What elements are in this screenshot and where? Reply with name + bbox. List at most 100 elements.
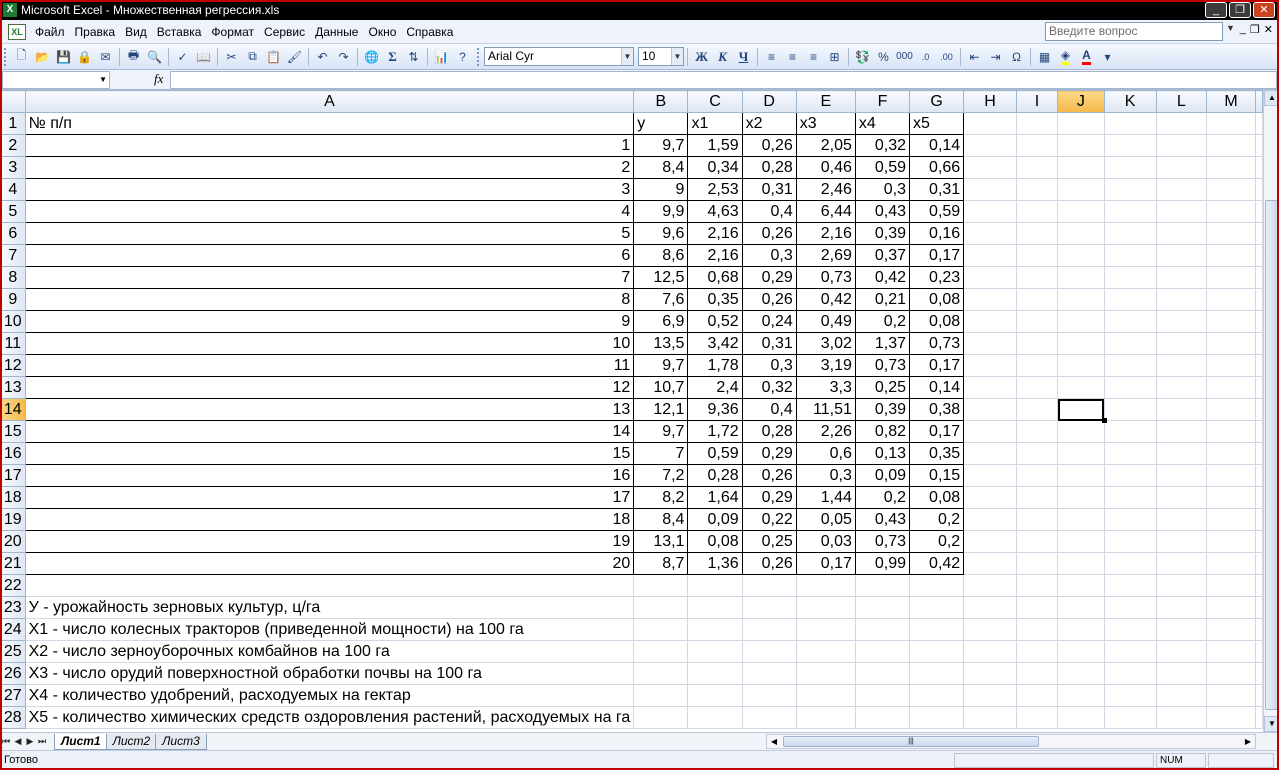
- note-cell[interactable]: Х3 - число орудий поверхностной обработк…: [24, 662, 635, 685]
- print-preview-icon[interactable]: 🔍: [145, 47, 164, 66]
- cell[interactable]: [1057, 112, 1105, 135]
- cell[interactable]: 1,36: [687, 552, 743, 575]
- scroll-down-icon[interactable]: ▼: [1264, 716, 1279, 732]
- cell[interactable]: [963, 442, 1017, 465]
- cell[interactable]: 0,49: [795, 310, 856, 333]
- cell[interactable]: 0,17: [795, 552, 856, 575]
- cell[interactable]: 0,39: [854, 398, 911, 421]
- cell[interactable]: [963, 596, 1017, 619]
- cell[interactable]: 2,05: [795, 134, 856, 157]
- row-header[interactable]: 18: [0, 486, 26, 509]
- cell[interactable]: [1015, 552, 1059, 575]
- cell[interactable]: 8,7: [633, 552, 689, 575]
- cell[interactable]: [1155, 662, 1208, 685]
- cell[interactable]: 0,25: [854, 376, 911, 399]
- horizontal-scrollbar[interactable]: ◀ ||| ▶: [766, 734, 1256, 749]
- cell[interactable]: [1103, 618, 1157, 641]
- cell[interactable]: [963, 574, 1017, 597]
- cell[interactable]: [963, 354, 1017, 377]
- new-document-icon[interactable]: 🗋: [12, 47, 31, 66]
- cell[interactable]: [741, 618, 797, 641]
- cell[interactable]: 0,39: [854, 222, 911, 245]
- cell[interactable]: [854, 618, 911, 641]
- cell[interactable]: [1103, 684, 1157, 707]
- cell[interactable]: [963, 376, 1017, 399]
- cell[interactable]: 2,53: [687, 178, 743, 201]
- cell[interactable]: [687, 684, 743, 707]
- cell[interactable]: [1103, 508, 1157, 531]
- row-header[interactable]: 15: [0, 420, 26, 443]
- row-header[interactable]: 26: [0, 662, 26, 685]
- bold-button[interactable]: Ж: [692, 47, 711, 66]
- row-header[interactable]: 17: [0, 464, 26, 487]
- cell[interactable]: [1255, 442, 1263, 465]
- cell[interactable]: [963, 112, 1017, 135]
- cell[interactable]: 0,2: [909, 508, 965, 531]
- note-cell[interactable]: Х5 - количество химических средств оздор…: [24, 706, 635, 729]
- cell[interactable]: [1015, 486, 1059, 509]
- cell[interactable]: 0,52: [687, 310, 743, 333]
- cell[interactable]: 0,4: [741, 200, 797, 223]
- cell[interactable]: 14: [24, 420, 635, 443]
- cell[interactable]: [1103, 244, 1157, 267]
- cell[interactable]: 0,14: [909, 134, 965, 157]
- cell[interactable]: 17: [24, 486, 635, 509]
- cell[interactable]: 19: [24, 530, 635, 553]
- cell[interactable]: [1155, 376, 1208, 399]
- cell[interactable]: [1015, 464, 1059, 487]
- scroll-left-icon[interactable]: ◀: [767, 735, 781, 748]
- row-header[interactable]: 19: [0, 508, 26, 531]
- cell[interactable]: 11: [24, 354, 635, 377]
- cell[interactable]: 20: [24, 552, 635, 575]
- cell[interactable]: [1255, 288, 1263, 311]
- cell[interactable]: [1015, 244, 1059, 267]
- cell[interactable]: [909, 684, 965, 707]
- cell[interactable]: 1,78: [687, 354, 743, 377]
- cell[interactable]: 0,14: [909, 376, 965, 399]
- cell[interactable]: [1206, 244, 1256, 267]
- cell[interactable]: 0,23: [909, 266, 965, 289]
- cell[interactable]: [1255, 640, 1263, 663]
- chevron-down-icon[interactable]: ▼: [621, 48, 633, 65]
- email-icon[interactable]: ✉: [96, 47, 115, 66]
- cell[interactable]: 0,6: [795, 442, 856, 465]
- scroll-right-icon[interactable]: ▶: [1241, 735, 1255, 748]
- cell[interactable]: [1103, 288, 1157, 311]
- cell[interactable]: 0,31: [741, 178, 797, 201]
- cell[interactable]: 0,28: [741, 156, 797, 179]
- cell[interactable]: [854, 574, 911, 597]
- select-all-corner[interactable]: [0, 90, 26, 113]
- cell[interactable]: 0,46: [795, 156, 856, 179]
- cell[interactable]: x1: [687, 112, 743, 135]
- cell[interactable]: 11,51: [795, 398, 856, 421]
- cell[interactable]: [1255, 662, 1263, 685]
- align-left-icon[interactable]: ≡: [762, 47, 781, 66]
- open-folder-icon[interactable]: 📂: [33, 47, 52, 66]
- cell[interactable]: [1103, 200, 1157, 223]
- cell[interactable]: [1015, 398, 1059, 421]
- cell[interactable]: 9: [633, 178, 689, 201]
- cell[interactable]: [1103, 530, 1157, 553]
- cell[interactable]: 15: [24, 442, 635, 465]
- note-cell[interactable]: Х4 - количество удобрений, расходуемых н…: [24, 684, 635, 707]
- cell[interactable]: 12,1: [633, 398, 689, 421]
- align-right-icon[interactable]: ≡: [804, 47, 823, 66]
- cell[interactable]: 2,46: [795, 178, 856, 201]
- cell[interactable]: [1155, 420, 1208, 443]
- row-header[interactable]: 27: [0, 684, 26, 707]
- cell[interactable]: 0,73: [795, 266, 856, 289]
- cell[interactable]: [1255, 552, 1263, 575]
- row-header[interactable]: 2: [0, 134, 26, 157]
- cell[interactable]: 13,5: [633, 332, 689, 355]
- cell[interactable]: 1,59: [687, 134, 743, 157]
- cell[interactable]: [1103, 552, 1157, 575]
- cell[interactable]: 3,02: [795, 332, 856, 355]
- row-header[interactable]: 9: [0, 288, 26, 311]
- cell[interactable]: 0,29: [741, 266, 797, 289]
- cell[interactable]: 9,7: [633, 420, 689, 443]
- tab-sheet3[interactable]: Лист3: [155, 733, 207, 750]
- cell[interactable]: [24, 574, 635, 597]
- cell[interactable]: [1206, 464, 1256, 487]
- cell[interactable]: 9,7: [633, 134, 689, 157]
- row-header[interactable]: 1: [0, 112, 26, 135]
